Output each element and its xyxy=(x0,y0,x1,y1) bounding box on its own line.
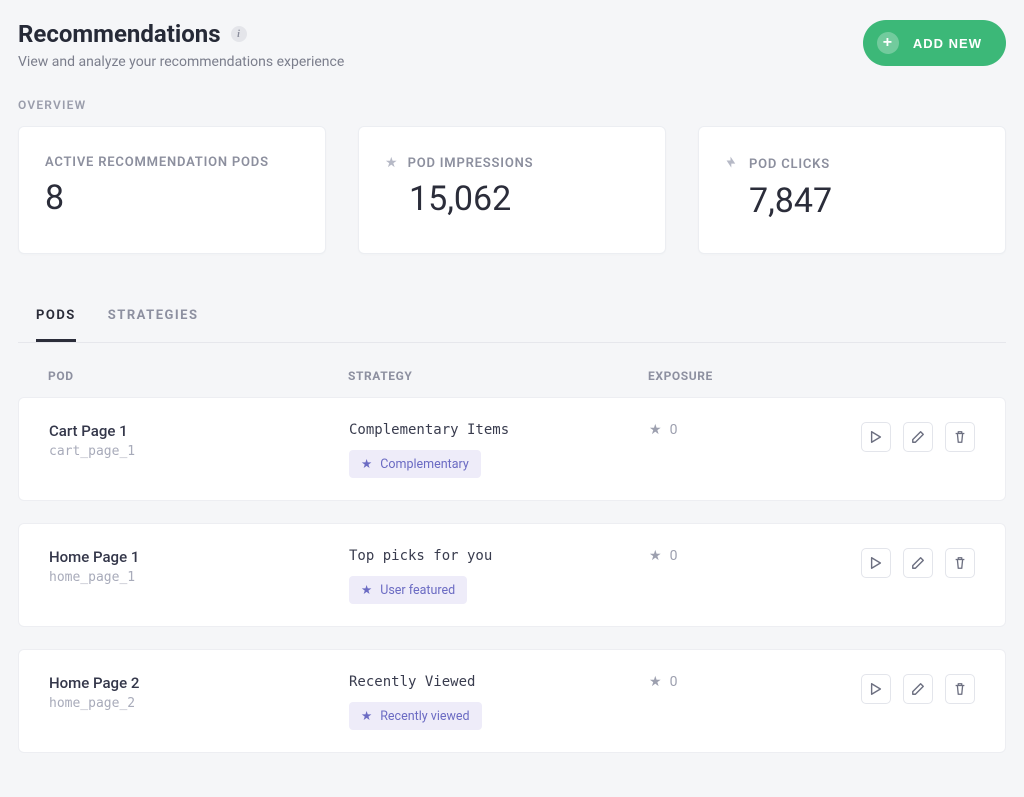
strategy-name: Recently Viewed xyxy=(349,674,649,690)
stat-value: 8 xyxy=(45,178,299,218)
star-icon: ★ xyxy=(361,708,372,724)
pod-code: home_page_1 xyxy=(49,570,349,585)
row-actions xyxy=(795,422,975,452)
pod-code: home_page_2 xyxy=(49,696,349,711)
stat-label: POD CLICKS xyxy=(749,157,830,172)
delete-button[interactable] xyxy=(945,422,975,452)
strategy-name: Complementary Items xyxy=(349,422,649,438)
delete-button[interactable] xyxy=(945,548,975,578)
delete-button[interactable] xyxy=(945,674,975,704)
strategy-cell: Complementary Items ★ Complementary xyxy=(349,422,649,478)
table-header: POD STRATEGY EXPOSURE xyxy=(18,369,1006,397)
row-actions xyxy=(795,674,975,704)
stat-value: 15,062 xyxy=(409,179,639,219)
star-icon: ★ xyxy=(649,548,662,564)
pod-row: Home Page 2 home_page_2 Recently Viewed … xyxy=(18,649,1006,753)
tab-pods[interactable]: PODS xyxy=(36,294,76,342)
overview-label: OVERVIEW xyxy=(18,98,1006,112)
info-icon[interactable]: i xyxy=(231,26,247,42)
plus-icon: + xyxy=(877,32,899,54)
star-icon: ★ xyxy=(649,422,662,438)
tab-strategies[interactable]: STRATEGIES xyxy=(108,294,199,342)
exposure-value: 0 xyxy=(670,674,678,690)
click-icon xyxy=(725,155,739,173)
page-subtitle: View and analyze your recommendations ex… xyxy=(18,54,344,70)
stat-impressions: ★ POD IMPRESSIONS 15,062 xyxy=(358,126,666,254)
stat-clicks: POD CLICKS 7,847 xyxy=(698,126,1006,254)
star-icon: ★ xyxy=(649,674,662,690)
stats-row: ACTIVE RECOMMENDATION PODS 8 ★ POD IMPRE… xyxy=(18,126,1006,254)
pod-name: Cart Page 1 xyxy=(49,422,349,440)
pod-cell: Cart Page 1 cart_page_1 xyxy=(49,422,349,459)
strategy-tag-label: User featured xyxy=(380,583,455,598)
stat-active-pods: ACTIVE RECOMMENDATION PODS 8 xyxy=(18,126,326,254)
stat-label: POD IMPRESSIONS xyxy=(408,156,534,171)
pod-row: Cart Page 1 cart_page_1 Complementary It… xyxy=(18,397,1006,501)
col-pod: POD xyxy=(48,369,348,383)
edit-button[interactable] xyxy=(903,548,933,578)
tabs: PODS STRATEGIES xyxy=(18,294,1006,343)
stat-label: ACTIVE RECOMMENDATION PODS xyxy=(45,155,269,170)
strategy-tag: ★ Complementary xyxy=(349,450,481,478)
page-title: Recommendations i xyxy=(18,20,247,48)
edit-button[interactable] xyxy=(903,422,933,452)
pod-name: Home Page 2 xyxy=(49,674,349,692)
add-new-label: ADD NEW xyxy=(913,36,982,51)
exposure-value: 0 xyxy=(670,548,678,564)
pod-cell: Home Page 2 home_page_2 xyxy=(49,674,349,711)
pod-code: cart_page_1 xyxy=(49,444,349,459)
play-button[interactable] xyxy=(861,548,891,578)
pod-cell: Home Page 1 home_page_1 xyxy=(49,548,349,585)
strategy-name: Top picks for you xyxy=(349,548,649,564)
page-title-text: Recommendations xyxy=(18,20,221,48)
page-header: Recommendations i View and analyze your … xyxy=(18,20,344,70)
add-new-button[interactable]: + ADD NEW xyxy=(863,20,1006,66)
row-actions xyxy=(795,548,975,578)
exposure-cell: ★ 0 xyxy=(649,674,795,690)
strategy-tag-label: Complementary xyxy=(380,457,469,472)
strategy-cell: Top picks for you ★ User featured xyxy=(349,548,649,604)
star-icon: ★ xyxy=(361,456,372,472)
pod-row: Home Page 1 home_page_1 Top picks for yo… xyxy=(18,523,1006,627)
play-button[interactable] xyxy=(861,674,891,704)
pod-name: Home Page 1 xyxy=(49,548,349,566)
col-actions xyxy=(796,369,976,383)
strategy-tag-label: Recently viewed xyxy=(380,709,469,724)
strategy-tag: ★ User featured xyxy=(349,576,467,604)
col-exposure: EXPOSURE xyxy=(648,369,796,383)
exposure-cell: ★ 0 xyxy=(649,548,795,564)
strategy-tag: ★ Recently viewed xyxy=(349,702,482,730)
play-button[interactable] xyxy=(861,422,891,452)
exposure-value: 0 xyxy=(670,422,678,438)
star-icon: ★ xyxy=(361,582,372,598)
edit-button[interactable] xyxy=(903,674,933,704)
exposure-cell: ★ 0 xyxy=(649,422,795,438)
stat-value: 7,847 xyxy=(749,181,979,221)
strategy-cell: Recently Viewed ★ Recently viewed xyxy=(349,674,649,730)
star-icon: ★ xyxy=(385,155,398,171)
col-strategy: STRATEGY xyxy=(348,369,648,383)
